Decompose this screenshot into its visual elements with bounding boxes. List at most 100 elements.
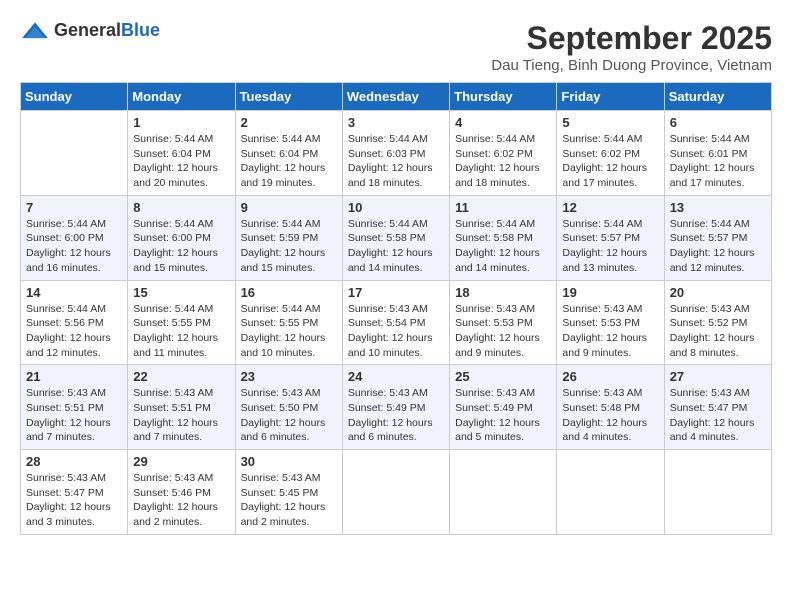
day-info: Sunrise: 5:44 AM Sunset: 5:55 PM Dayligh… bbox=[133, 302, 229, 361]
day-info: Sunrise: 5:43 AM Sunset: 5:53 PM Dayligh… bbox=[455, 302, 551, 361]
day-info: Sunrise: 5:43 AM Sunset: 5:48 PM Dayligh… bbox=[562, 386, 658, 445]
day-number: 28 bbox=[26, 454, 122, 469]
calendar-cell: 24 Sunrise: 5:43 AM Sunset: 5:49 PM Dayli… bbox=[342, 365, 449, 450]
day-info: Sunrise: 5:43 AM Sunset: 5:49 PM Dayligh… bbox=[348, 386, 444, 445]
month-title: September 2025 bbox=[491, 20, 772, 57]
column-header-sunday: Sunday bbox=[21, 83, 128, 111]
day-info: Sunrise: 5:44 AM Sunset: 5:58 PM Dayligh… bbox=[348, 217, 444, 276]
week-row: 14 Sunrise: 5:44 AM Sunset: 5:56 PM Dayli… bbox=[21, 280, 772, 365]
calendar-cell: 15 Sunrise: 5:44 AM Sunset: 5:55 PM Dayli… bbox=[128, 280, 235, 365]
day-number: 2 bbox=[241, 115, 337, 130]
calendar-cell: 17Sunrise: 5:43 AM Sunset: 5:54 PM Dayli… bbox=[342, 280, 449, 365]
day-number: 10 bbox=[348, 200, 444, 215]
calendar-cell: 7 Sunrise: 5:44 AM Sunset: 6:00 PM Daylig… bbox=[21, 195, 128, 280]
calendar-cell: 6Sunrise: 5:44 AM Sunset: 6:01 PM Daylig… bbox=[664, 111, 771, 196]
calendar: SundayMondayTuesdayWednesdayThursdayFrid… bbox=[20, 82, 772, 535]
calendar-cell: 9 Sunrise: 5:44 AM Sunset: 5:59 PM Daylig… bbox=[235, 195, 342, 280]
calendar-cell: 8 Sunrise: 5:44 AM Sunset: 6:00 PM Daylig… bbox=[128, 195, 235, 280]
day-info: Sunrise: 5:44 AM Sunset: 5:57 PM Dayligh… bbox=[670, 217, 766, 276]
day-number: 3 bbox=[348, 115, 444, 130]
calendar-cell: 25Sunrise: 5:43 AM Sunset: 5:49 PM Dayli… bbox=[450, 365, 557, 450]
calendar-header-row: SundayMondayTuesdayWednesdayThursdayFrid… bbox=[21, 83, 772, 111]
calendar-cell: 5 Sunrise: 5:44 AM Sunset: 6:02 PM Daylig… bbox=[557, 111, 664, 196]
day-info: Sunrise: 5:43 AM Sunset: 5:47 PM Dayligh… bbox=[670, 386, 766, 445]
week-row: 7 Sunrise: 5:44 AM Sunset: 6:00 PM Daylig… bbox=[21, 195, 772, 280]
day-number: 5 bbox=[562, 115, 658, 130]
calendar-cell bbox=[450, 450, 557, 535]
day-number: 4 bbox=[455, 115, 551, 130]
day-info: Sunrise: 5:44 AM Sunset: 6:01 PM Dayligh… bbox=[670, 132, 766, 191]
day-number: 13 bbox=[670, 200, 766, 215]
calendar-cell: 19Sunrise: 5:43 AM Sunset: 5:53 PM Dayli… bbox=[557, 280, 664, 365]
calendar-cell: 29Sunrise: 5:43 AM Sunset: 5:46 PM Dayli… bbox=[128, 450, 235, 535]
day-info: Sunrise: 5:44 AM Sunset: 6:04 PM Dayligh… bbox=[241, 132, 337, 191]
day-info: Sunrise: 5:44 AM Sunset: 6:00 PM Dayligh… bbox=[133, 217, 229, 276]
week-row: 1 Sunrise: 5:44 AM Sunset: 6:04 PM Daylig… bbox=[21, 111, 772, 196]
day-number: 22 bbox=[133, 369, 229, 384]
calendar-cell bbox=[557, 450, 664, 535]
calendar-cell: 10 Sunrise: 5:44 AM Sunset: 5:58 PM Dayli… bbox=[342, 195, 449, 280]
calendar-cell bbox=[21, 111, 128, 196]
calendar-cell: 2 Sunrise: 5:44 AM Sunset: 6:04 PM Daylig… bbox=[235, 111, 342, 196]
day-number: 23 bbox=[241, 369, 337, 384]
day-info: Sunrise: 5:44 AM Sunset: 5:57 PM Dayligh… bbox=[562, 217, 658, 276]
column-header-tuesday: Tuesday bbox=[235, 83, 342, 111]
day-number: 15 bbox=[133, 285, 229, 300]
day-info: Sunrise: 5:44 AM Sunset: 6:03 PM Dayligh… bbox=[348, 132, 444, 191]
day-info: Sunrise: 5:44 AM Sunset: 6:00 PM Dayligh… bbox=[26, 217, 122, 276]
day-number: 12 bbox=[562, 200, 658, 215]
calendar-cell: 27 Sunrise: 5:43 AM Sunset: 5:47 PM Dayli… bbox=[664, 365, 771, 450]
day-number: 20 bbox=[670, 285, 766, 300]
day-number: 14 bbox=[26, 285, 122, 300]
day-number: 8 bbox=[133, 200, 229, 215]
logo: General Blue bbox=[20, 20, 160, 41]
day-info: Sunrise: 5:43 AM Sunset: 5:53 PM Dayligh… bbox=[562, 302, 658, 361]
day-number: 9 bbox=[241, 200, 337, 215]
logo-blue: Blue bbox=[121, 20, 160, 41]
calendar-cell: 23Sunrise: 5:43 AM Sunset: 5:50 PM Dayli… bbox=[235, 365, 342, 450]
calendar-cell: 26Sunrise: 5:43 AM Sunset: 5:48 PM Dayli… bbox=[557, 365, 664, 450]
day-info: Sunrise: 5:44 AM Sunset: 5:56 PM Dayligh… bbox=[26, 302, 122, 361]
column-header-saturday: Saturday bbox=[664, 83, 771, 111]
day-number: 25 bbox=[455, 369, 551, 384]
day-number: 7 bbox=[26, 200, 122, 215]
calendar-cell: 20 Sunrise: 5:43 AM Sunset: 5:52 PM Dayli… bbox=[664, 280, 771, 365]
week-row: 21 Sunrise: 5:43 AM Sunset: 5:51 PM Dayli… bbox=[21, 365, 772, 450]
day-info: Sunrise: 5:43 AM Sunset: 5:51 PM Dayligh… bbox=[133, 386, 229, 445]
column-header-wednesday: Wednesday bbox=[342, 83, 449, 111]
day-number: 27 bbox=[670, 369, 766, 384]
calendar-cell bbox=[664, 450, 771, 535]
day-info: Sunrise: 5:44 AM Sunset: 5:59 PM Dayligh… bbox=[241, 217, 337, 276]
day-number: 24 bbox=[348, 369, 444, 384]
day-number: 18 bbox=[455, 285, 551, 300]
day-info: Sunrise: 5:44 AM Sunset: 6:02 PM Dayligh… bbox=[562, 132, 658, 191]
day-info: Sunrise: 5:44 AM Sunset: 6:02 PM Dayligh… bbox=[455, 132, 551, 191]
header: General Blue September 2025 Dau Tieng, B… bbox=[20, 20, 772, 74]
calendar-cell: 28 Sunrise: 5:43 AM Sunset: 5:47 PM Dayli… bbox=[21, 450, 128, 535]
column-header-friday: Friday bbox=[557, 83, 664, 111]
day-number: 30 bbox=[241, 454, 337, 469]
week-row: 28 Sunrise: 5:43 AM Sunset: 5:47 PM Dayli… bbox=[21, 450, 772, 535]
day-info: Sunrise: 5:43 AM Sunset: 5:47 PM Dayligh… bbox=[26, 471, 122, 530]
day-number: 21 bbox=[26, 369, 122, 384]
title-area: September 2025 Dau Tieng, Binh Duong Pro… bbox=[491, 20, 772, 74]
day-number: 29 bbox=[133, 454, 229, 469]
day-info: Sunrise: 5:44 AM Sunset: 6:04 PM Dayligh… bbox=[133, 132, 229, 191]
location-title: Dau Tieng, Binh Duong Province, Vietnam bbox=[491, 57, 772, 74]
day-number: 1 bbox=[133, 115, 229, 130]
calendar-cell: 14 Sunrise: 5:44 AM Sunset: 5:56 PM Dayli… bbox=[21, 280, 128, 365]
calendar-cell: 22 Sunrise: 5:43 AM Sunset: 5:51 PM Dayli… bbox=[128, 365, 235, 450]
day-info: Sunrise: 5:44 AM Sunset: 5:55 PM Dayligh… bbox=[241, 302, 337, 361]
calendar-cell: 21 Sunrise: 5:43 AM Sunset: 5:51 PM Dayli… bbox=[21, 365, 128, 450]
logo-icon bbox=[20, 21, 50, 41]
calendar-cell: 4 Sunrise: 5:44 AM Sunset: 6:02 PM Daylig… bbox=[450, 111, 557, 196]
calendar-cell: 1 Sunrise: 5:44 AM Sunset: 6:04 PM Daylig… bbox=[128, 111, 235, 196]
day-number: 11 bbox=[455, 200, 551, 215]
calendar-cell: 12 Sunrise: 5:44 AM Sunset: 5:57 PM Dayli… bbox=[557, 195, 664, 280]
column-header-thursday: Thursday bbox=[450, 83, 557, 111]
day-info: Sunrise: 5:43 AM Sunset: 5:52 PM Dayligh… bbox=[670, 302, 766, 361]
calendar-cell: 18 Sunrise: 5:43 AM Sunset: 5:53 PM Dayli… bbox=[450, 280, 557, 365]
calendar-cell: 11Sunrise: 5:44 AM Sunset: 5:58 PM Dayli… bbox=[450, 195, 557, 280]
day-info: Sunrise: 5:43 AM Sunset: 5:51 PM Dayligh… bbox=[26, 386, 122, 445]
calendar-cell: 13 Sunrise: 5:44 AM Sunset: 5:57 PM Dayli… bbox=[664, 195, 771, 280]
